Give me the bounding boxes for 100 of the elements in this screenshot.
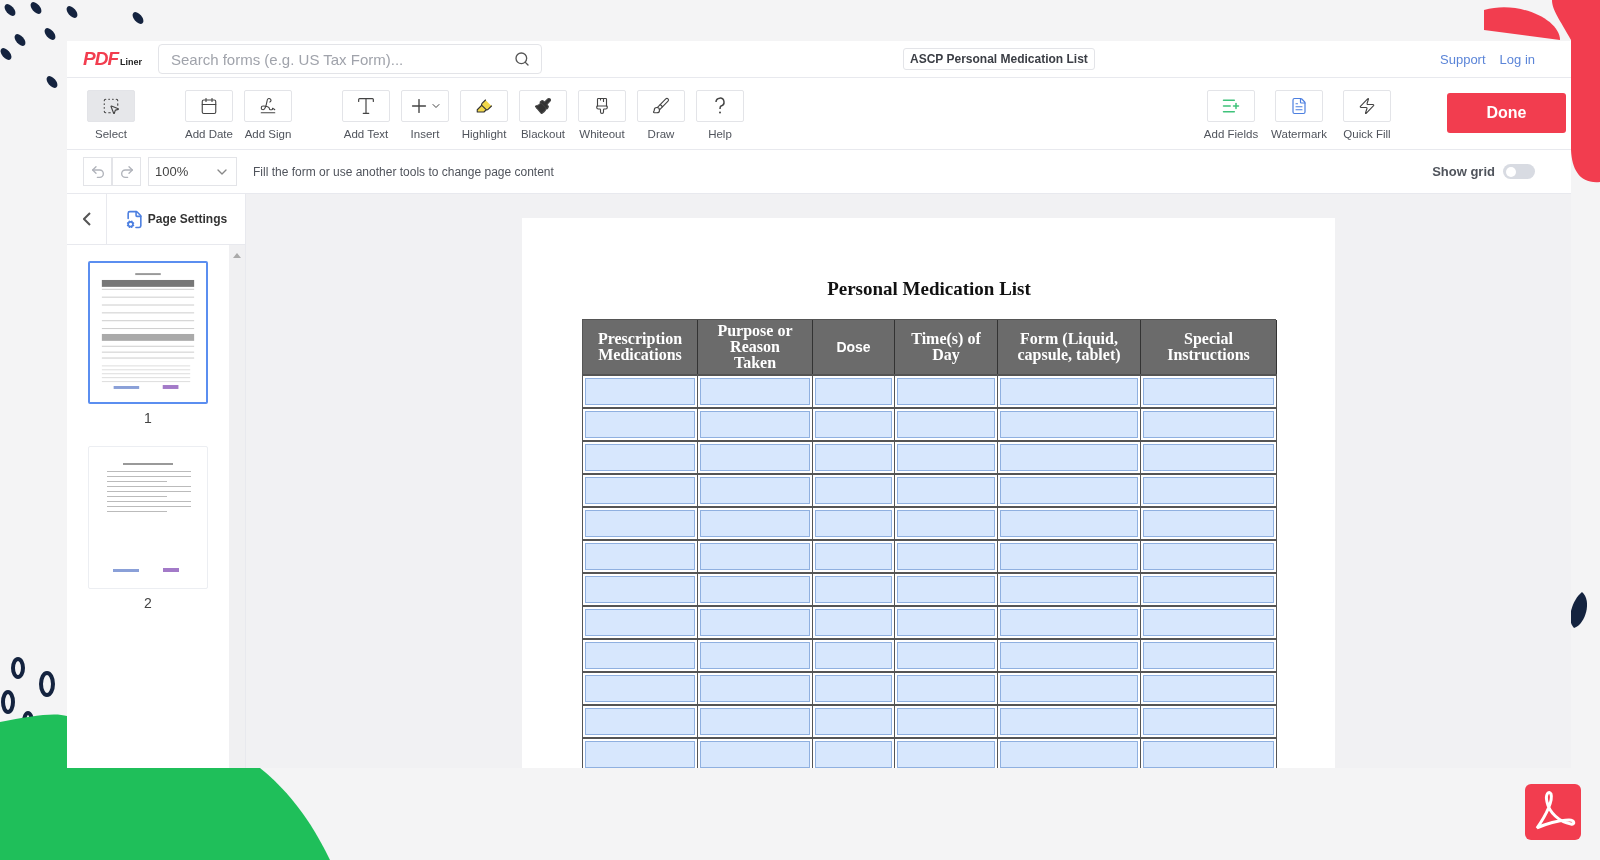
form-field[interactable]	[897, 510, 995, 537]
form-field[interactable]	[815, 642, 892, 669]
form-field[interactable]	[815, 576, 892, 603]
form-field[interactable]	[1143, 741, 1274, 768]
form-field[interactable]	[700, 609, 810, 636]
form-field[interactable]	[700, 411, 810, 438]
document-heading: Personal Medication List	[827, 278, 1031, 300]
column-header: Form (Liquid, capsule, tablet)	[998, 320, 1141, 374]
form-field[interactable]	[1000, 642, 1138, 669]
form-field[interactable]	[897, 444, 995, 471]
form-field[interactable]	[897, 477, 995, 504]
page-number: 1	[144, 410, 152, 426]
redo-icon	[118, 163, 135, 180]
form-field[interactable]	[897, 708, 995, 735]
form-field[interactable]	[897, 609, 995, 636]
page-settings-icon	[124, 209, 144, 229]
scrollbar[interactable]	[229, 245, 245, 768]
form-field[interactable]	[700, 543, 810, 570]
search-icon[interactable]	[514, 51, 530, 67]
pen-icon	[259, 97, 277, 115]
form-field[interactable]	[815, 543, 892, 570]
form-field[interactable]	[1143, 543, 1274, 570]
form-field[interactable]	[815, 510, 892, 537]
show-grid-toggle[interactable]	[1503, 164, 1535, 179]
form-field[interactable]	[897, 543, 995, 570]
header-link[interactable]: Log in	[1499, 51, 1535, 67]
form-field[interactable]	[815, 708, 892, 735]
form-field[interactable]	[700, 378, 810, 405]
form-field[interactable]	[585, 642, 695, 669]
form-field[interactable]	[815, 741, 892, 768]
form-field[interactable]	[1000, 477, 1138, 504]
form-field[interactable]	[700, 741, 810, 768]
form-field[interactable]	[1000, 411, 1138, 438]
calendar-icon	[200, 97, 218, 115]
form-field[interactable]	[585, 576, 695, 603]
form-field[interactable]	[585, 411, 695, 438]
form-field[interactable]	[1143, 477, 1274, 504]
form-field[interactable]	[1143, 708, 1274, 735]
form-field[interactable]	[700, 675, 810, 702]
form-field[interactable]	[1000, 543, 1138, 570]
form-field[interactable]	[585, 543, 695, 570]
form-field[interactable]	[1143, 576, 1274, 603]
form-field[interactable]	[700, 510, 810, 537]
form-field[interactable]	[700, 708, 810, 735]
zoom-select[interactable]: 100%	[148, 157, 237, 186]
form-field[interactable]	[815, 675, 892, 702]
form-field[interactable]	[1143, 444, 1274, 471]
form-field[interactable]	[585, 708, 695, 735]
column-header: Prescription Medications	[583, 320, 698, 374]
form-field[interactable]	[700, 576, 810, 603]
form-field[interactable]	[1143, 378, 1274, 405]
form-field[interactable]	[815, 411, 892, 438]
header-link[interactable]: Support	[1440, 51, 1486, 67]
pdfliner-logo[interactable]: PDFLiner	[83, 48, 158, 70]
text-icon	[355, 95, 377, 117]
form-field[interactable]	[897, 411, 995, 438]
document-icon	[1290, 97, 1308, 115]
form-field[interactable]	[585, 741, 695, 768]
document-title: ASCP Personal Medication List	[903, 48, 1095, 70]
page-thumbnail[interactable]	[88, 261, 208, 404]
form-field[interactable]	[700, 444, 810, 471]
form-field[interactable]	[700, 477, 810, 504]
form-field[interactable]	[1143, 675, 1274, 702]
form-field[interactable]	[585, 477, 695, 504]
form-field[interactable]	[897, 378, 995, 405]
form-field[interactable]	[585, 675, 695, 702]
scroll-up-icon[interactable]	[233, 253, 241, 258]
undo-button[interactable]	[83, 157, 112, 186]
form-field[interactable]	[815, 378, 892, 405]
form-field[interactable]	[815, 477, 892, 504]
form-field[interactable]	[897, 642, 995, 669]
form-field[interactable]	[1000, 510, 1138, 537]
done-button[interactable]: Done	[1447, 93, 1566, 133]
form-field[interactable]	[897, 741, 995, 768]
form-field[interactable]	[897, 576, 995, 603]
search-field[interactable]: Search forms (e.g. US Tax Form)...	[158, 44, 542, 74]
form-field[interactable]	[585, 378, 695, 405]
form-field[interactable]	[1000, 741, 1138, 768]
form-field[interactable]	[1143, 609, 1274, 636]
form-field[interactable]	[1000, 576, 1138, 603]
form-field[interactable]	[815, 609, 892, 636]
form-field[interactable]	[1000, 609, 1138, 636]
brush-icon	[593, 97, 611, 115]
column-header: Purpose or Reason Taken	[698, 320, 813, 374]
form-field[interactable]	[1000, 444, 1138, 471]
form-field[interactable]	[585, 510, 695, 537]
redo-button[interactable]	[112, 157, 141, 186]
pdf-logo-icon	[1525, 784, 1581, 840]
form-field[interactable]	[1000, 378, 1138, 405]
form-field[interactable]	[897, 675, 995, 702]
form-field[interactable]	[1143, 411, 1274, 438]
form-field[interactable]	[585, 609, 695, 636]
form-field[interactable]	[815, 444, 892, 471]
form-field[interactable]	[1000, 708, 1138, 735]
form-field[interactable]	[1143, 510, 1274, 537]
form-field[interactable]	[1000, 675, 1138, 702]
form-field[interactable]	[1143, 642, 1274, 669]
form-field[interactable]	[700, 642, 810, 669]
hint-text: Fill the form or use another tools to change page content	[253, 164, 554, 179]
form-field[interactable]	[585, 444, 695, 471]
